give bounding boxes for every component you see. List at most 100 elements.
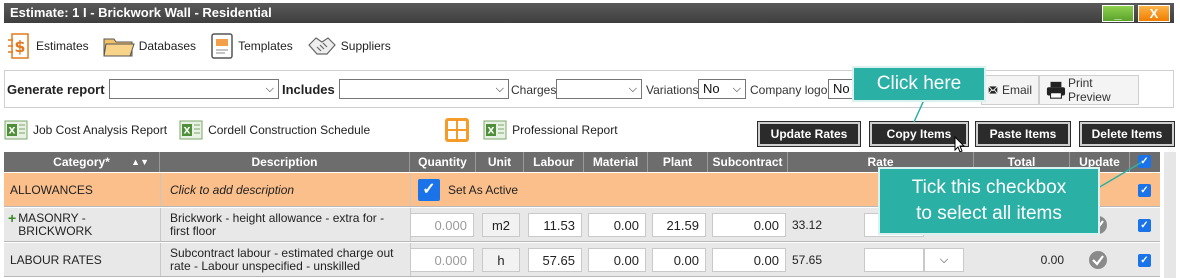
col-subcontract: Subcontract [708,152,788,172]
chevron-down-icon: ⌵ [265,83,274,95]
row-select-checkbox[interactable]: ✓ [1138,254,1151,267]
reports-bar: X Job Cost Analysis Report X Cordell Con… [4,116,630,144]
excel-icon: X [4,120,28,140]
col-plant: Plant [648,152,708,172]
col-quantity: Quantity [410,152,476,172]
col-labour: Labour [524,152,584,172]
allowances-description[interactable]: Click to add description [170,173,294,206]
unit-field: m2 [482,213,520,237]
minimize-button[interactable]: _ [1102,5,1134,22]
template-icon [211,33,233,59]
callout-pointer-line [1097,161,1143,189]
col-unit: Unit [476,152,524,172]
job-cost-analysis-label: Job Cost Analysis Report [33,123,168,137]
folder-icon [103,38,135,57]
total-value: 0.00 [1040,252,1064,267]
subcontract-input[interactable]: 0.00 [712,213,786,237]
generate-report-select[interactable]: ⌵ [109,79,279,99]
material-input[interactable]: 0.00 [588,248,646,272]
row-category: MASONRY - BRICKWORK [18,211,93,238]
company-logo-label: Company logo [750,83,828,97]
charges-label: Charges [511,83,557,97]
excel-icon: X [179,120,203,140]
email-label: Email [1001,83,1032,97]
expand-plus-icon[interactable]: + [8,211,16,225]
allowances-category: ALLOWANCES [10,182,93,197]
labour-input[interactable]: 57.65 [528,248,582,272]
rate-value: 57.65 [792,252,823,267]
nav-suppliers-label: Suppliers [340,39,391,53]
col-material: Material [584,152,648,172]
plant-input[interactable]: 21.59 [652,213,706,237]
callout-tick-line1: Tick this checkbox [911,177,1067,198]
paste-items-button[interactable]: Paste Items [975,121,1071,147]
variations-label: Variations [646,83,699,97]
variations-select[interactable]: No ⌵ [698,79,746,99]
quantity-input[interactable]: 0.000 [410,248,474,272]
chevron-down-icon: ⌵ [628,83,637,95]
plant-input[interactable]: 0.00 [652,248,706,272]
svg-text:X: X [184,127,191,137]
rate-dropdown[interactable]: ⌵ [924,248,964,272]
excel-icon: X [483,120,507,140]
nav-estimates-label: Estimates [36,39,89,53]
nav-databases[interactable]: Databases [103,34,196,58]
window-titlebar: Estimate: 1 I - Brickwork Wall - Residen… [4,3,1174,23]
chevron-down-icon: ⌵ [732,83,741,95]
rate-input[interactable] [864,248,924,272]
close-button[interactable]: X [1138,5,1170,22]
nav-databases-label: Databases [138,39,197,53]
table-row[interactable]: LABOUR RATES Subcontract labour - estima… [4,243,1160,277]
labour-input[interactable]: 11.53 [528,213,582,237]
nav-suppliers[interactable]: Suppliers [307,33,391,59]
row-description: Brickwork - height allowance - extra for… [170,210,385,238]
cordell-construction-schedule-label: Cordell Construction Schedule [208,123,371,137]
col-category[interactable]: Category* ▲▼ [4,152,160,172]
nav-templates[interactable]: Templates [210,32,293,60]
set-active-label: Set As Active [448,182,519,197]
chevron-down-icon: ⌵ [495,83,504,95]
window-title: Estimate: 1 I - Brickwork Wall - Residen… [10,5,272,20]
calculator-icon [445,118,470,142]
row-select-checkbox[interactable]: ✓ [1138,219,1151,232]
subcontract-input[interactable]: 0.00 [712,248,786,272]
update-status-icon[interactable] [1088,250,1108,270]
professional-report-label: Professional Report [512,123,618,137]
row-description: Subcontract labour - estimated charge ou… [170,245,394,273]
charges-select[interactable]: ⌵ [556,79,642,99]
material-input[interactable]: 0.00 [588,213,646,237]
quantity-input[interactable]: 0.000 [410,213,474,237]
sort-arrows-icon[interactable]: ▲▼ [131,152,149,172]
print-preview-label: Print Preview [1067,76,1111,104]
cordell-construction-schedule-link[interactable]: X Cordell Construction Schedule [179,119,370,141]
professional-report-link[interactable]: X Professional Report [483,119,618,141]
main-nav: $ Estimates Databases Templates Supplier… [8,30,405,62]
printer-icon [1046,81,1066,99]
includes-select[interactable]: ⌵ [339,79,509,99]
variations-value: No [703,81,720,96]
envelope-icon [988,86,998,94]
rate-value: 33.12 [792,217,823,232]
svg-text:X: X [9,127,16,137]
company-logo-value: No [833,81,850,96]
email-button[interactable]: Email [981,75,1039,105]
nav-templates-label: Templates [238,39,293,53]
vertical-scrollbar[interactable] [1164,152,1176,278]
update-rates-button[interactable]: Update Rates [757,121,861,147]
set-active-checkbox[interactable]: ✓ [418,179,440,201]
col-category-label: Category* [53,155,110,169]
job-cost-analysis-report-link[interactable]: X Job Cost Analysis Report [4,119,167,141]
col-description: Description [160,152,410,172]
callout-pointer-line [913,100,925,123]
callout-tick-checkbox: Tick this checkbox to select all items [878,167,1100,235]
delete-items-button[interactable]: Delete Items [1079,121,1175,147]
report-options-bar: Generate report ⌵ Includes ⌵ Charges ⌵ V… [4,70,1174,108]
chevron-down-icon: ⌵ [939,253,949,266]
calculator-link[interactable] [444,117,475,143]
unit-field: h [482,248,520,272]
nav-estimates[interactable]: $ Estimates [8,32,89,60]
handshake-icon [307,37,336,55]
print-preview-button[interactable]: Print Preview [1039,75,1139,105]
generate-report-label: Generate report [7,82,105,97]
row-category: LABOUR RATES [10,252,102,267]
